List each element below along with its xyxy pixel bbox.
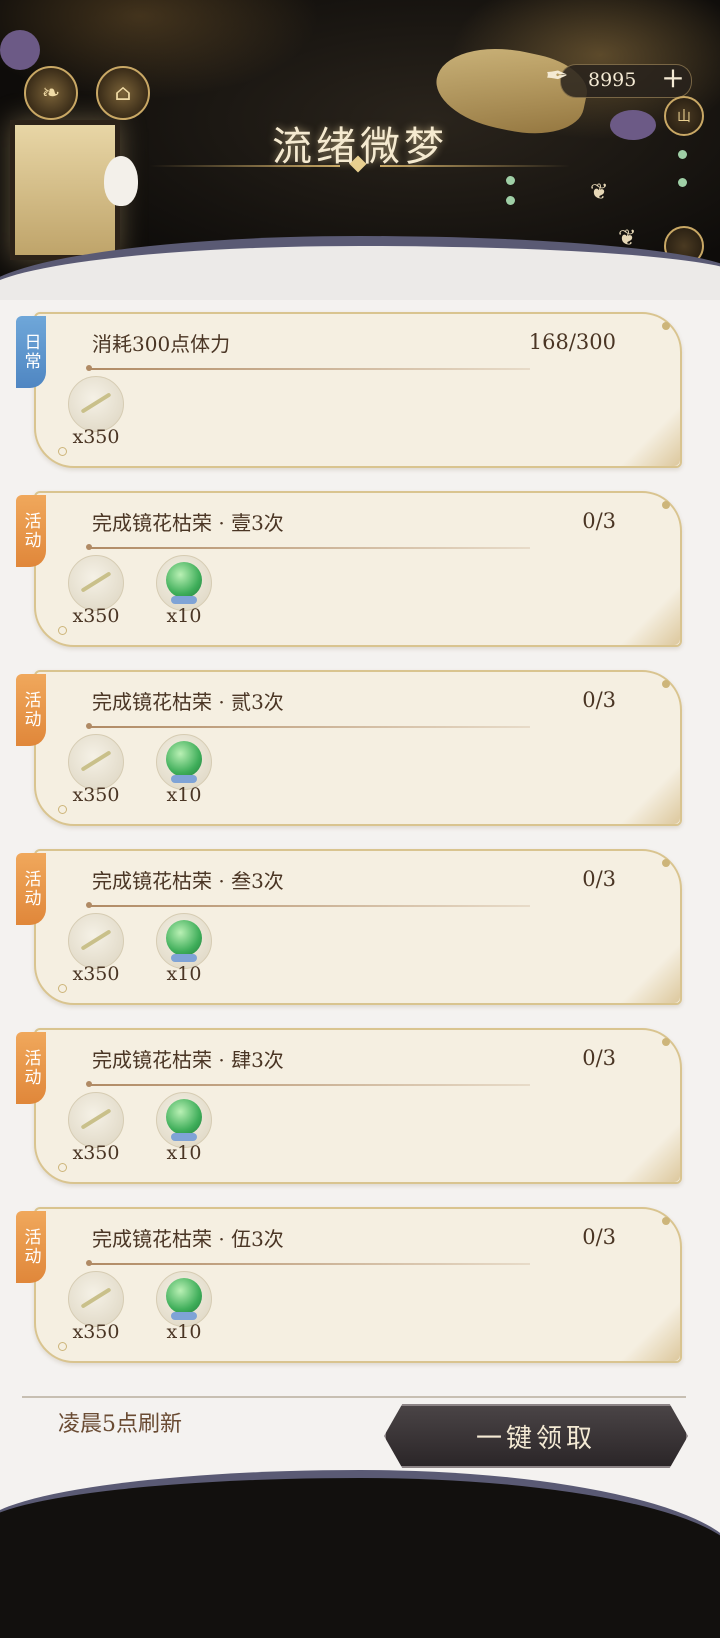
task-title: 完成镜花枯荣 · 壹3次	[92, 511, 284, 535]
bead-decoration	[678, 178, 687, 187]
jade-orb-icon	[156, 913, 212, 969]
tag-event: 活动	[16, 853, 46, 925]
jade-orb-icon	[156, 1092, 212, 1148]
task-progress: 0/3	[582, 509, 616, 533]
reward-count: x10	[166, 784, 202, 806]
feather-icon	[68, 555, 124, 611]
reward-count: x10	[166, 605, 202, 627]
card-frame: 完成镜花枯荣 · 壹3次 0/3 x350 x10	[34, 491, 682, 647]
bead-decoration	[506, 176, 515, 185]
card-frame: 消耗300点体力 168/300 x350	[34, 312, 682, 468]
bead-decoration	[678, 150, 687, 159]
feather-icon	[68, 1271, 124, 1327]
butterfly-decoration: ❦	[590, 180, 609, 205]
tag-event: 活动	[16, 495, 46, 567]
header-banner: ❧ ⌂ 流绪微梦 ✒ 8995 + 山 ❦ ❦	[0, 0, 720, 300]
reward-item[interactable]: x10	[154, 555, 214, 635]
reward-count: x350	[72, 784, 120, 806]
feather-icon	[68, 734, 124, 790]
task-progress: 0/3	[582, 867, 616, 891]
task-divider	[90, 1084, 530, 1086]
task-card[interactable]: 完成镜花枯荣 · 肆3次 0/3 x350 x10 活动	[16, 1028, 682, 1184]
task-progress: 0/3	[582, 1046, 616, 1070]
jade-orb-icon	[156, 1271, 212, 1327]
add-currency-button[interactable]: +	[658, 62, 688, 94]
reward-item[interactable]: x350	[66, 376, 126, 456]
task-divider	[90, 905, 530, 907]
task-divider	[90, 1263, 530, 1265]
jade-orb-icon	[156, 734, 212, 790]
feather-icon	[68, 913, 124, 969]
task-title: 消耗300点体力	[92, 332, 231, 356]
task-card[interactable]: 完成镜花枯荣 · 叁3次 0/3 x350 x10 活动	[16, 849, 682, 1005]
reward-item[interactable]: x350	[66, 1271, 126, 1351]
reward-count: x10	[166, 1321, 202, 1343]
card-ornament	[662, 322, 670, 330]
tag-event: 活动	[16, 1211, 46, 1283]
reward-item[interactable]: x350	[66, 734, 126, 814]
task-divider	[90, 726, 530, 728]
reward-count: x350	[72, 1321, 120, 1343]
refresh-note: 凌晨5点刷新	[58, 1412, 182, 1437]
jade-orb-icon	[156, 555, 212, 611]
card-frame: 完成镜花枯荣 · 贰3次 0/3 x350 x10	[34, 670, 682, 826]
task-title: 完成镜花枯荣 · 伍3次	[92, 1227, 284, 1251]
feather-icon	[68, 1092, 124, 1148]
reward-count: x10	[166, 1142, 202, 1164]
task-card[interactable]: 消耗300点体力 168/300 x350 日常	[16, 312, 682, 468]
task-divider	[90, 547, 530, 549]
feather-icon: ✒	[545, 58, 569, 92]
reward-item[interactable]: x10	[154, 734, 214, 814]
leaf-icon[interactable]: ❧	[24, 66, 78, 120]
reward-item[interactable]: x350	[66, 1092, 126, 1172]
tag-event: 活动	[16, 674, 46, 746]
card-frame: 完成镜花枯荣 · 叁3次 0/3 x350 x10	[34, 849, 682, 1005]
claim-all-button[interactable]: 一键领取	[384, 1404, 688, 1468]
mountain-coin-icon[interactable]: 山	[664, 96, 704, 136]
card-frame: 完成镜花枯荣 · 肆3次 0/3 x350 x10	[34, 1028, 682, 1184]
card-ornament	[662, 501, 670, 509]
reward-item[interactable]: x350	[66, 555, 126, 635]
footer-divider	[22, 1396, 686, 1398]
reward-count: x350	[72, 426, 120, 448]
tag-event: 活动	[16, 1032, 46, 1104]
card-ornament	[662, 859, 670, 867]
reward-count: x350	[72, 963, 120, 985]
task-card[interactable]: 完成镜花枯荣 · 伍3次 0/3 x350 x10 活动	[16, 1207, 682, 1363]
reward-count: x350	[72, 605, 120, 627]
card-ornament	[662, 1038, 670, 1046]
bead-decoration	[506, 196, 515, 205]
task-title: 完成镜花枯荣 · 叁3次	[92, 869, 284, 893]
bottom-wave-decoration	[0, 1470, 720, 1638]
reward-count: x10	[166, 963, 202, 985]
task-progress: 0/3	[582, 1225, 616, 1249]
card-frame: 完成镜花枯荣 · 伍3次 0/3 x350 x10	[34, 1207, 682, 1363]
currency-value: 8995	[588, 69, 637, 91]
task-title: 完成镜花枯荣 · 贰3次	[92, 690, 284, 714]
tag-daily: 日常	[16, 316, 46, 388]
task-progress: 168/300	[528, 330, 616, 354]
task-divider	[90, 368, 530, 370]
reward-count: x350	[72, 1142, 120, 1164]
grape-decoration	[0, 30, 40, 70]
reward-item[interactable]: x350	[66, 913, 126, 993]
task-progress: 0/3	[582, 688, 616, 712]
feather-icon	[68, 376, 124, 432]
reward-item[interactable]: x10	[154, 1271, 214, 1351]
reward-item[interactable]: x10	[154, 913, 214, 993]
task-card[interactable]: 完成镜花枯荣 · 贰3次 0/3 x350 x10 活动	[16, 670, 682, 826]
reward-item[interactable]: x10	[154, 1092, 214, 1172]
task-title: 完成镜花枯荣 · 肆3次	[92, 1048, 284, 1072]
card-ornament	[662, 680, 670, 688]
pavilion-icon[interactable]: ⌂	[96, 66, 150, 120]
card-ornament	[662, 1217, 670, 1225]
task-card[interactable]: 完成镜花枯荣 · 壹3次 0/3 x350 x10 活动	[16, 491, 682, 647]
